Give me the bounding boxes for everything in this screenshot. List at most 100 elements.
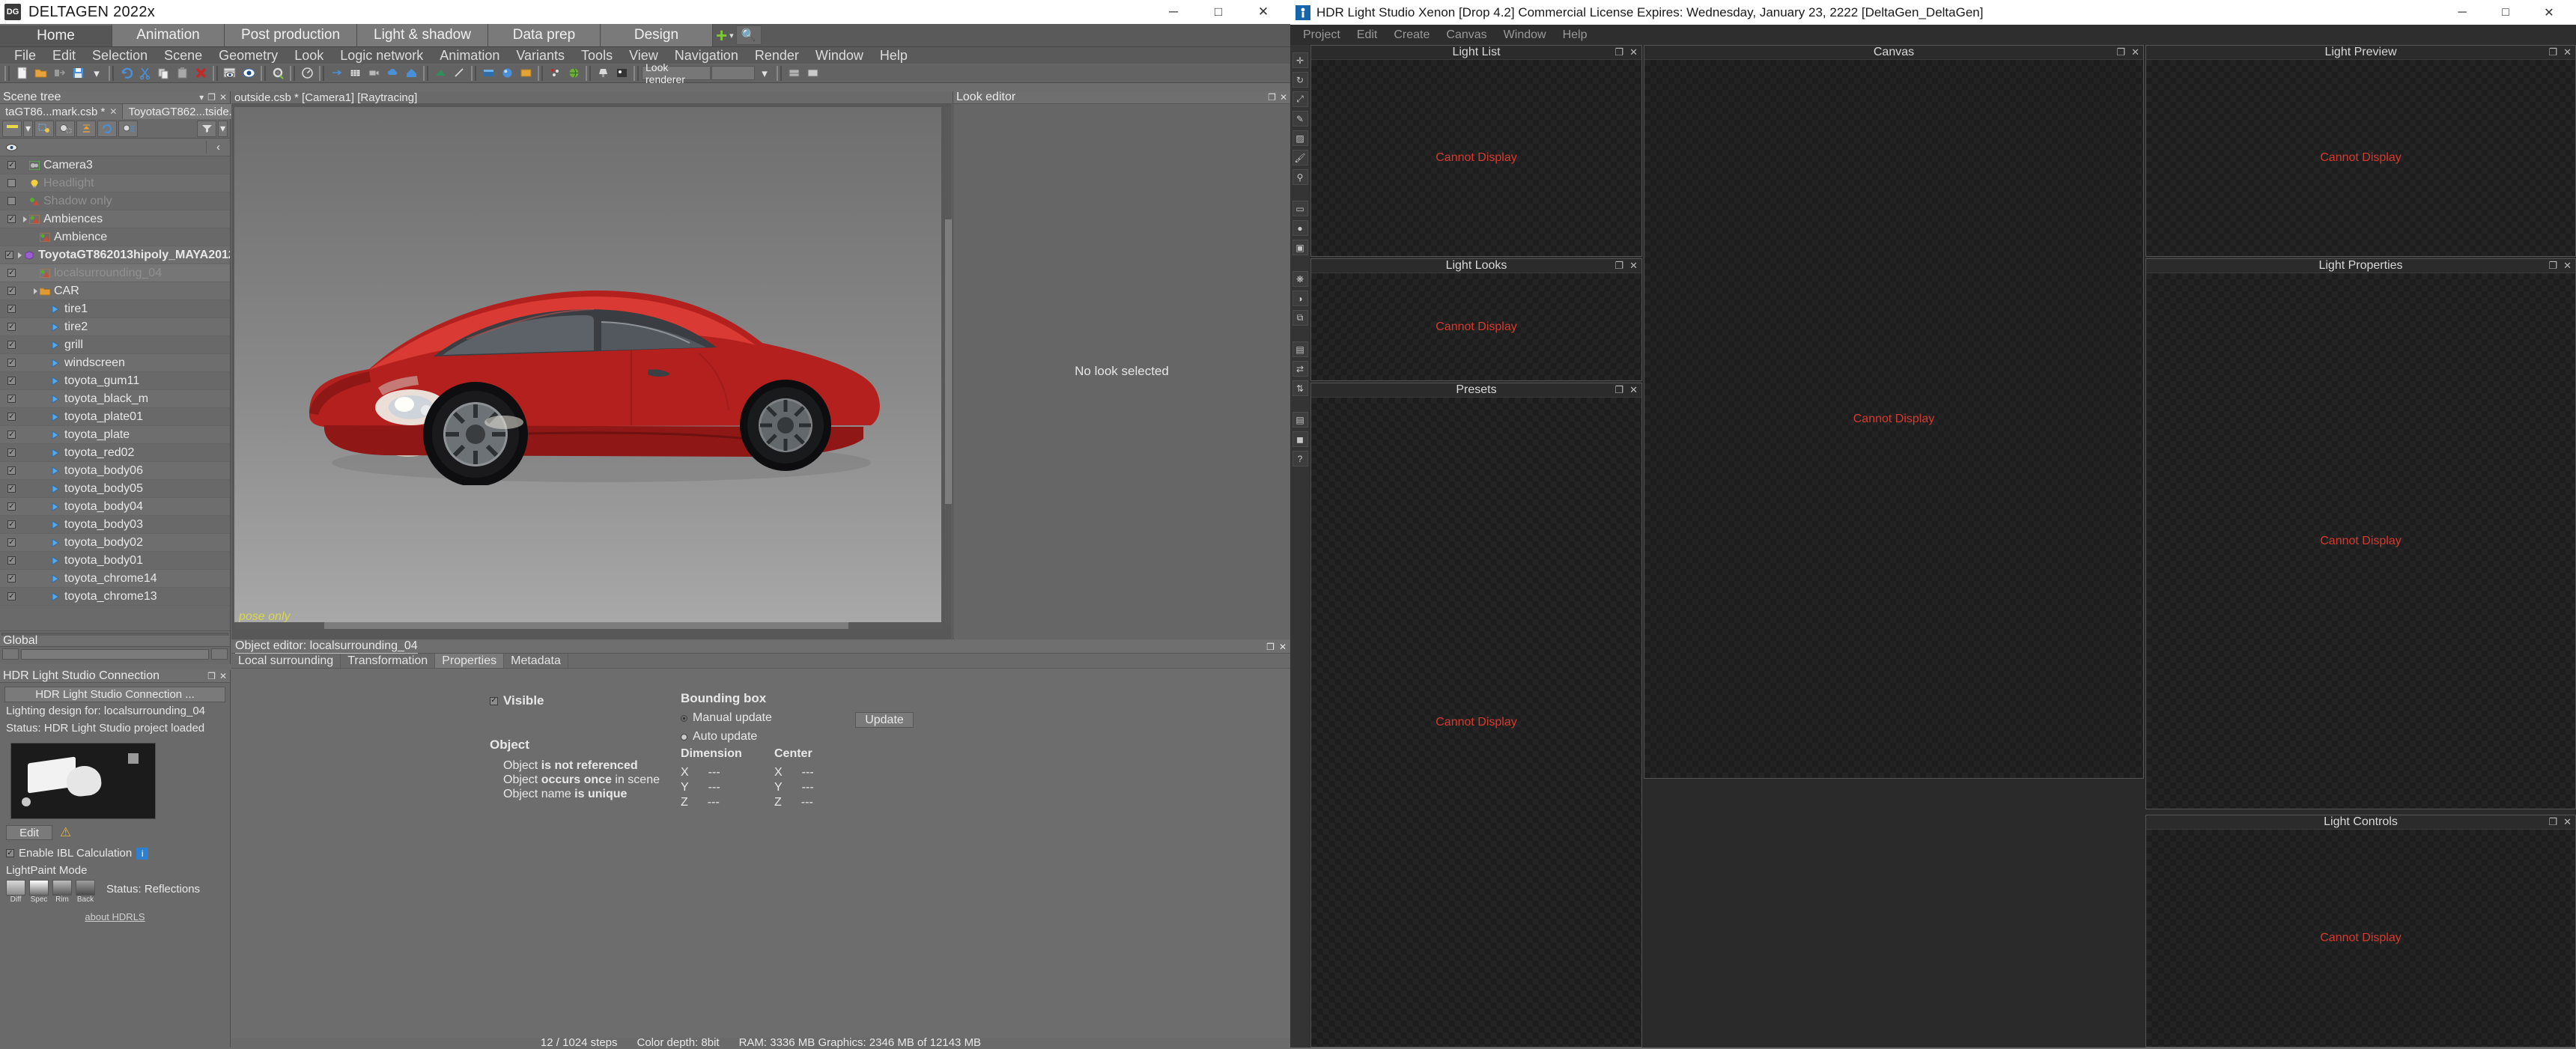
rim-swatch[interactable]: Rim — [52, 880, 72, 904]
viewport-canvas[interactable]: pose only — [234, 107, 941, 624]
scale-tool-icon[interactable]: ⤢ — [1292, 91, 1308, 107]
collapse-column-icon[interactable]: ‹ — [206, 141, 230, 153]
diffuse-swatch[interactable]: Diff — [6, 880, 25, 904]
hdrls-menu-edit[interactable]: Edit — [1349, 28, 1386, 42]
undo-icon[interactable] — [117, 65, 135, 82]
filter-icon[interactable] — [197, 120, 216, 137]
global-options-button[interactable] — [211, 648, 228, 660]
light-controls-pane-body[interactable]: Cannot Display — [2146, 830, 2575, 1047]
menu-geometry[interactable]: Geometry — [210, 48, 286, 64]
environment-icon[interactable] — [565, 65, 583, 82]
specular-swatch-button[interactable] — [29, 880, 49, 896]
tree-item-checkbox[interactable]: ✓ — [7, 538, 16, 547]
manual-update-radio[interactable] — [681, 714, 687, 722]
object-editor-tab-properties[interactable]: Properties — [435, 654, 505, 668]
show-hide-icon[interactable] — [221, 65, 239, 82]
auto-update-radio[interactable] — [681, 733, 687, 741]
object-editor-tab-metadata[interactable]: Metadata — [504, 654, 568, 668]
pen-tool-icon[interactable]: ✎ — [1292, 111, 1308, 127]
tree-item-checkbox[interactable]: ✓ — [7, 413, 16, 421]
maximize-button[interactable]: □ — [2484, 0, 2527, 25]
tree-item[interactable]: ✓ toyota_body01 — [0, 552, 230, 570]
tree-item-checkbox[interactable]: ✓ — [7, 592, 16, 600]
ribbon-tab-design[interactable]: Design — [600, 24, 713, 46]
tree-item-checkbox[interactable]: ✓ — [7, 377, 16, 385]
filter-dropdown-icon[interactable]: ▾ — [218, 120, 228, 137]
pane-close-icon[interactable]: ✕ — [1629, 46, 1638, 58]
maximize-button[interactable]: □ — [1196, 0, 1241, 24]
tree-item-checkbox[interactable] — [7, 197, 16, 205]
tree-item-checkbox[interactable]: ✓ — [7, 484, 16, 493]
panel-float-icon[interactable]: ❒ — [1268, 92, 1276, 103]
hdr-preview-thumbnail[interactable] — [10, 743, 156, 819]
layers-icon[interactable]: ▤ — [1292, 412, 1308, 428]
add-workspace-icon[interactable]: + — [716, 25, 727, 45]
cut-icon[interactable] — [136, 65, 154, 82]
tree-item[interactable]: Shadow only — [0, 192, 230, 210]
tree-item[interactable]: ✓ toyota_body06 — [0, 462, 230, 480]
tree-expander-icon[interactable] — [18, 252, 22, 258]
edit-button[interactable]: Edit — [6, 825, 52, 840]
hdr-icon[interactable] — [613, 65, 631, 82]
visible-row[interactable]: ✓ Visible — [490, 693, 544, 708]
tree-item[interactable]: ✓ toyota_body03 — [0, 516, 230, 534]
about-hdrls-link[interactable]: about HDRLS — [0, 911, 230, 922]
home-view-icon[interactable] — [402, 65, 420, 82]
ribbon-tab-light-shadow[interactable]: Light & shadow — [357, 24, 488, 46]
import-icon[interactable] — [50, 65, 68, 82]
hdrls-menu-create[interactable]: Create — [1385, 28, 1438, 42]
tree-item-checkbox[interactable]: ✓ — [7, 466, 16, 475]
panel-close-icon[interactable]: ✕ — [219, 671, 227, 681]
panel-float-icon[interactable]: ❒ — [207, 92, 216, 103]
tree-item[interactable]: ✓ toyota_body04 — [0, 498, 230, 516]
tree-item-checkbox[interactable]: ✓ — [7, 161, 16, 169]
sphere-icon[interactable] — [498, 65, 516, 82]
presets-pane-body[interactable]: Cannot Display — [1311, 398, 1641, 1047]
tree-item-checkbox[interactable]: ✓ — [7, 269, 16, 277]
light-preview-pane-body[interactable]: Cannot Display — [2146, 60, 2575, 256]
light-looks-pane-body[interactable]: Cannot Display — [1311, 273, 1641, 380]
search-icon[interactable]: 🔍 — [735, 25, 762, 45]
camera-view-icon[interactable] — [365, 65, 383, 82]
global-color-swatch[interactable] — [2, 648, 19, 660]
tree-item-checkbox[interactable] — [7, 179, 16, 187]
menu-render[interactable]: Render — [747, 48, 807, 64]
enable-ibl-checkbox[interactable]: ✓ — [6, 849, 14, 857]
hdrls-menu-project[interactable]: Project — [1295, 28, 1349, 42]
pane-float-icon[interactable]: ❐ — [1614, 260, 1623, 272]
pane-close-icon[interactable]: ✕ — [1629, 260, 1638, 272]
pane-close-icon[interactable]: ✕ — [2563, 816, 2572, 828]
pane-float-icon[interactable]: ❐ — [1614, 384, 1623, 396]
diffuse-swatch-button[interactable] — [6, 880, 25, 896]
grid-icon[interactable] — [346, 65, 364, 82]
tree-item-checkbox[interactable]: ✓ — [7, 449, 16, 457]
refresh-icon[interactable] — [97, 120, 117, 137]
visibility-column-header-icon[interactable] — [0, 143, 23, 151]
tree-item[interactable]: ✓ Ambiences — [0, 210, 230, 228]
pane-float-icon[interactable]: ❐ — [2548, 260, 2557, 272]
rim-swatch-button[interactable] — [52, 880, 72, 896]
tree-item[interactable]: ✓ tire1 — [0, 300, 230, 318]
update-button[interactable]: Update — [855, 712, 914, 728]
mask-icon[interactable]: ◑ — [1292, 291, 1308, 306]
open-folder-icon[interactable] — [31, 65, 49, 82]
tree-item[interactable]: ✓ toyota_body02 — [0, 534, 230, 552]
scene-tab-close-icon[interactable]: ✕ — [109, 106, 117, 117]
scene-tab-0[interactable]: taGT86...mark.csb * ✕ — [0, 104, 124, 119]
enable-ibl-row[interactable]: ✓ Enable IBL Calculation i — [0, 844, 230, 863]
save-dropdown-icon[interactable]: ▾ — [88, 65, 106, 82]
pane-float-icon[interactable]: ❐ — [2116, 46, 2125, 58]
aa-icon[interactable] — [804, 65, 821, 82]
ribbon-tab-animation[interactable]: Animation — [112, 24, 225, 46]
global-value-slider[interactable] — [21, 648, 209, 660]
delete-icon[interactable] — [192, 65, 210, 82]
rotate-tool-icon[interactable]: ↻ — [1292, 72, 1308, 88]
panel-menu-icon[interactable]: ▾ — [199, 92, 204, 103]
tree-item[interactable]: ✓ tire2 — [0, 318, 230, 336]
tree-item[interactable]: ✓ grill — [0, 336, 230, 354]
copy-icon[interactable] — [154, 65, 172, 82]
new-file-icon[interactable] — [13, 65, 31, 82]
tree-item[interactable]: ✓ toyota_plate — [0, 426, 230, 444]
procedural-icon[interactable]: ❋ — [1292, 271, 1308, 287]
light-properties-pane-body[interactable]: Cannot Display — [2146, 273, 2575, 809]
